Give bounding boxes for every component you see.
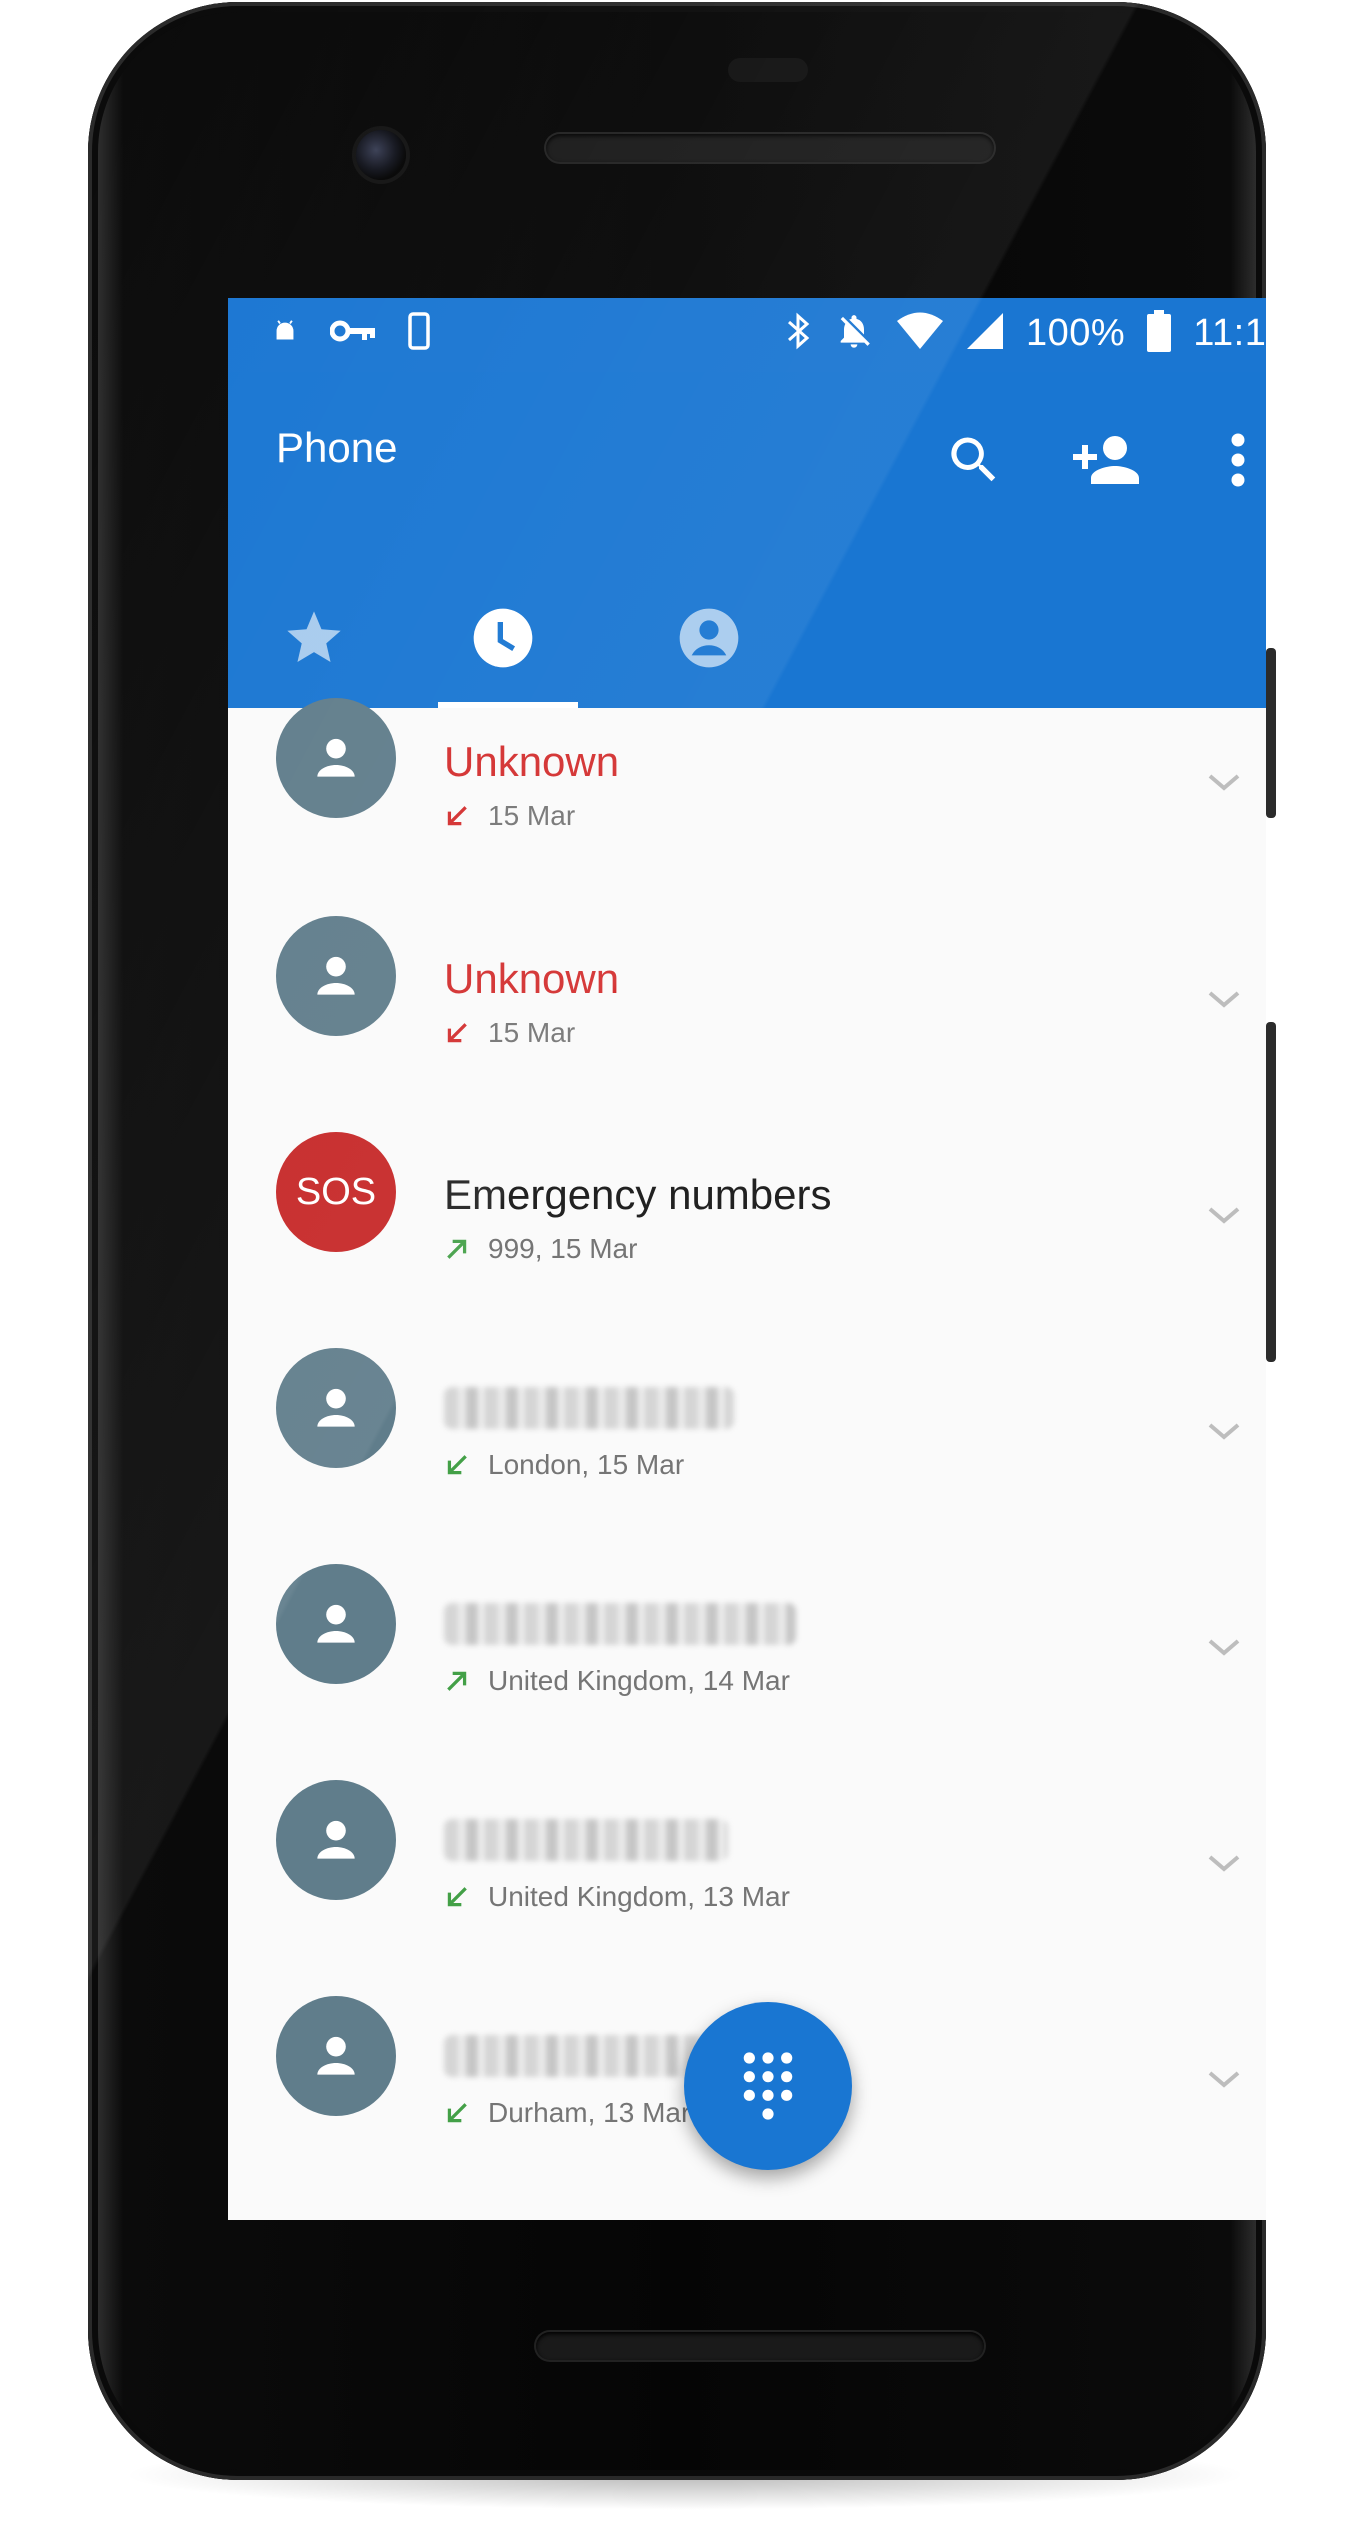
call-detail: United Kingdom, 14 Mar (488, 1665, 790, 1696)
phone-portrait-icon (408, 312, 430, 355)
call-detail: 15 Mar (488, 800, 576, 831)
caller-name: Unknown (444, 738, 620, 785)
app-bar: Phone (228, 372, 1266, 708)
power-button (1266, 648, 1276, 818)
expand-chevron-icon[interactable] (1200, 1623, 1248, 1671)
call-row[interactable]: Unknown 15 Mar (228, 698, 1266, 871)
call-row[interactable]: United Kingdom, 14 Mar (228, 1519, 1266, 1735)
caller-name: Emergency numbers (444, 1171, 832, 1218)
caller-name: Unknown (444, 955, 620, 1002)
bottom-speaker (536, 2332, 984, 2360)
tab-bar (228, 568, 812, 708)
battery-percent: 100% (1026, 312, 1126, 354)
avatar (276, 916, 396, 1036)
expand-chevron-icon[interactable] (1200, 1839, 1248, 1887)
outgoing-call-icon (447, 1239, 467, 1259)
status-bar: 100% 11:17 (228, 298, 1266, 372)
call-detail: Durham, 13 Mar (488, 2097, 691, 2128)
call-row[interactable]: London, 15 Mar (228, 1303, 1266, 1519)
avatar (276, 698, 396, 818)
person-icon (317, 1820, 355, 1859)
signal-icon (966, 312, 1004, 355)
call-detail: 999, 15 Mar (488, 1233, 638, 1264)
person-icon (317, 956, 355, 995)
notifications-off-icon (834, 311, 874, 356)
volume-button (1266, 1022, 1276, 1362)
tab-contacts[interactable] (606, 568, 812, 708)
screen: 100% 11:17 Phone (228, 298, 1266, 2220)
tab-favourites[interactable] (228, 568, 400, 708)
person-icon (317, 1388, 355, 1427)
avatar (276, 1780, 396, 1900)
add-contact-button[interactable] (1058, 412, 1154, 508)
incoming-call-icon (447, 1455, 467, 1475)
avatar (276, 1996, 396, 2116)
caller-number-redacted (444, 1819, 728, 1871)
person-icon (317, 738, 355, 777)
expand-chevron-icon[interactable] (1200, 2055, 1248, 2103)
person-icon (317, 1604, 355, 1643)
history-clock-icon (473, 608, 533, 668)
avatar (276, 1564, 396, 1684)
call-detail: London, 15 Mar (488, 1449, 685, 1480)
missed-call-icon (447, 1023, 467, 1043)
front-camera (356, 130, 406, 180)
earpiece-speaker (546, 134, 994, 162)
clock: 11:17 (1193, 312, 1266, 354)
sos-avatar: SOS (276, 1132, 396, 1252)
call-log-list: Unknown 15 Mar Unknown 15 Mar SOS Emerge… (228, 698, 1266, 2167)
caller-number-redacted (444, 1603, 796, 1655)
proximity-sensor (728, 58, 808, 82)
call-detail: United Kingdom, 13 Mar (488, 1881, 790, 1912)
expand-chevron-icon[interactable] (1200, 975, 1248, 1023)
phone-frame: 100% 11:17 Phone (88, 2, 1266, 2480)
call-row[interactable]: Unknown 15 Mar (228, 871, 1266, 1087)
search-icon (951, 437, 996, 482)
avatar (276, 1348, 396, 1468)
battery-full-icon (1147, 310, 1172, 357)
expand-chevron-icon[interactable] (1200, 758, 1248, 806)
call-row[interactable]: SOS Emergency numbers 999, 15 Mar (228, 1087, 1266, 1303)
contacts-icon (679, 608, 739, 668)
search-button[interactable] (926, 412, 1022, 508)
caller-number-redacted (444, 2035, 714, 2087)
add-contact-icon (1073, 436, 1139, 484)
vpn-key-icon (329, 316, 378, 351)
dialpad-icon (743, 2052, 793, 2120)
outgoing-call-icon (447, 1671, 467, 1691)
more-vert-icon (1231, 433, 1245, 487)
person-icon (317, 2036, 355, 2075)
missed-call-icon (447, 806, 467, 826)
wifi-icon (896, 312, 944, 355)
expand-chevron-icon[interactable] (1200, 1407, 1248, 1455)
star-icon (287, 611, 341, 662)
android-icon (270, 316, 300, 351)
call-detail: 15 Mar (488, 1017, 576, 1048)
stage: 100% 11:17 Phone (0, 0, 1370, 2534)
dialpad-fab[interactable] (684, 2002, 852, 2170)
tab-recents[interactable] (400, 568, 606, 708)
incoming-call-icon (447, 2103, 467, 2123)
bluetooth-icon (786, 311, 812, 356)
app-title: Phone (276, 424, 398, 471)
call-row[interactable]: United Kingdom, 13 Mar (228, 1735, 1266, 1951)
incoming-call-icon (447, 1887, 467, 1907)
overflow-menu-button[interactable] (1190, 412, 1266, 508)
caller-number-redacted (444, 1387, 734, 1439)
expand-chevron-icon[interactable] (1200, 1191, 1248, 1239)
